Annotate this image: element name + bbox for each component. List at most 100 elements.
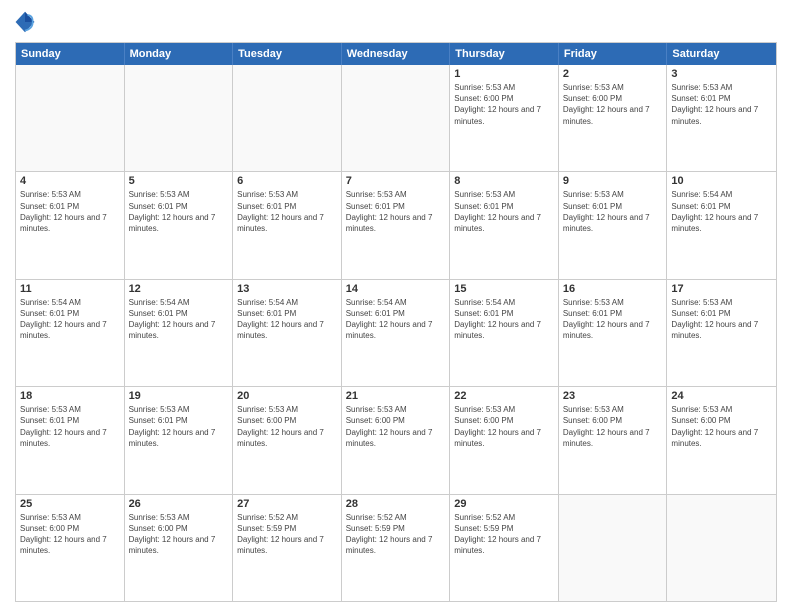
day-info-16: Sunrise: 5:53 AMSunset: 6:01 PMDaylight:… [563,297,663,342]
day-number-13: 13 [237,283,337,295]
day-number-23: 23 [563,390,663,402]
day-number-9: 9 [563,175,663,187]
day-cell-27: 27 Sunrise: 5:52 AMSunset: 5:59 PMDayligh… [233,495,342,601]
day-cell-22: 22 Sunrise: 5:53 AMSunset: 6:00 PMDayligh… [450,387,559,493]
day-info-12: Sunrise: 5:54 AMSunset: 6:01 PMDaylight:… [129,297,229,342]
day-number-10: 10 [671,175,772,187]
day-info-29: Sunrise: 5:52 AMSunset: 5:59 PMDaylight:… [454,512,554,557]
day-cell-29: 29 Sunrise: 5:52 AMSunset: 5:59 PMDayligh… [450,495,559,601]
day-cell-24: 24Sunrise: 5:53 AMSunset: 6:00 PMDayligh… [667,387,776,493]
day-number-21: 21 [346,390,446,402]
day-cell-10: 10 Sunrise: 5:54 AMSunset: 6:01 PMDayligh… [667,172,776,278]
day-cell-28: 28 Sunrise: 5:52 AMSunset: 5:59 PMDayligh… [342,495,451,601]
page: SundayMondayTuesdayWednesdayThursdayFrid… [0,0,792,612]
day-info-19: Sunrise: 5:53 AMSunset: 6:01 PMDaylight:… [129,404,229,449]
day-info-27: Sunrise: 5:52 AMSunset: 5:59 PMDaylight:… [237,512,337,557]
day-info-1: Sunrise: 5:53 AMSunset: 6:00 PMDaylight:… [454,82,554,127]
day-info-28: Sunrise: 5:52 AMSunset: 5:59 PMDaylight:… [346,512,446,557]
empty-cell-4-5 [559,495,668,601]
day-cell-13: 13 Sunrise: 5:54 AMSunset: 6:01 PMDayligh… [233,280,342,386]
day-cell-5: 5 Sunrise: 5:53 AMSunset: 6:01 PMDaylight… [125,172,234,278]
day-number-26: 26 [129,498,229,510]
day-info-9: Sunrise: 5:53 AMSunset: 6:01 PMDaylight:… [563,189,663,234]
header-cell-sunday: Sunday [16,43,125,65]
day-number-28: 28 [346,498,446,510]
day-number-16: 16 [563,283,663,295]
day-cell-1: 1 Sunrise: 5:53 AMSunset: 6:00 PMDaylight… [450,65,559,171]
day-cell-18: 18Sunrise: 5:53 AMSunset: 6:01 PMDayligh… [16,387,125,493]
empty-cell-0-2 [233,65,342,171]
day-number-6: 6 [237,175,337,187]
day-number-12: 12 [129,283,229,295]
day-info-25: Sunrise: 5:53 AMSunset: 6:00 PMDaylight:… [20,512,120,557]
day-number-4: 4 [20,175,120,187]
day-info-26: Sunrise: 5:53 AMSunset: 6:00 PMDaylight:… [129,512,229,557]
day-info-11: Sunrise: 5:54 AMSunset: 6:01 PMDaylight:… [20,297,120,342]
day-info-3: Sunrise: 5:53 AMSunset: 6:01 PMDaylight:… [671,82,772,127]
day-cell-2: 2 Sunrise: 5:53 AMSunset: 6:00 PMDaylight… [559,65,668,171]
day-cell-14: 14Sunrise: 5:54 AMSunset: 6:01 PMDayligh… [342,280,451,386]
header-cell-thursday: Thursday [450,43,559,65]
header-cell-monday: Monday [125,43,234,65]
day-info-13: Sunrise: 5:54 AMSunset: 6:01 PMDaylight:… [237,297,337,342]
day-number-22: 22 [454,390,554,402]
calendar-row-5: 25Sunrise: 5:53 AMSunset: 6:00 PMDayligh… [16,495,776,601]
day-cell-15: 15 Sunrise: 5:54 AMSunset: 6:01 PMDayligh… [450,280,559,386]
day-info-23: Sunrise: 5:53 AMSunset: 6:00 PMDaylight:… [563,404,663,449]
day-number-5: 5 [129,175,229,187]
day-number-20: 20 [237,390,337,402]
day-number-15: 15 [454,283,554,295]
day-cell-3: 3 Sunrise: 5:53 AMSunset: 6:01 PMDaylight… [667,65,776,171]
day-cell-12: 12 Sunrise: 5:54 AMSunset: 6:01 PMDayligh… [125,280,234,386]
day-cell-20: 20Sunrise: 5:53 AMSunset: 6:00 PMDayligh… [233,387,342,493]
day-info-8: Sunrise: 5:53 AMSunset: 6:01 PMDaylight:… [454,189,554,234]
day-info-5: Sunrise: 5:53 AMSunset: 6:01 PMDaylight:… [129,189,229,234]
day-number-8: 8 [454,175,554,187]
day-cell-8: 8 Sunrise: 5:53 AMSunset: 6:01 PMDaylight… [450,172,559,278]
header-cell-wednesday: Wednesday [342,43,451,65]
day-number-7: 7 [346,175,446,187]
day-cell-25: 25Sunrise: 5:53 AMSunset: 6:00 PMDayligh… [16,495,125,601]
day-info-21: Sunrise: 5:53 AMSunset: 6:00 PMDaylight:… [346,404,446,449]
day-info-22: Sunrise: 5:53 AMSunset: 6:00 PMDaylight:… [454,404,554,449]
day-number-1: 1 [454,68,554,80]
calendar-row-3: 11 Sunrise: 5:54 AMSunset: 6:01 PMDayligh… [16,280,776,387]
day-cell-4: 4 Sunrise: 5:53 AMSunset: 6:01 PMDaylight… [16,172,125,278]
calendar-row-4: 18Sunrise: 5:53 AMSunset: 6:01 PMDayligh… [16,387,776,494]
day-cell-23: 23 Sunrise: 5:53 AMSunset: 6:00 PMDayligh… [559,387,668,493]
day-number-2: 2 [563,68,663,80]
empty-cell-0-3 [342,65,451,171]
day-info-24: Sunrise: 5:53 AMSunset: 6:00 PMDaylight:… [671,404,772,449]
day-cell-19: 19 Sunrise: 5:53 AMSunset: 6:01 PMDayligh… [125,387,234,493]
day-info-6: Sunrise: 5:53 AMSunset: 6:01 PMDaylight:… [237,189,337,234]
day-info-14: Sunrise: 5:54 AMSunset: 6:01 PMDaylight:… [346,297,446,342]
day-cell-6: 6 Sunrise: 5:53 AMSunset: 6:01 PMDaylight… [233,172,342,278]
header-cell-friday: Friday [559,43,668,65]
day-cell-26: 26 Sunrise: 5:53 AMSunset: 6:00 PMDayligh… [125,495,234,601]
header-cell-saturday: Saturday [667,43,776,65]
day-number-19: 19 [129,390,229,402]
header [15,10,777,34]
logo [15,10,39,34]
calendar-header: SundayMondayTuesdayWednesdayThursdayFrid… [16,43,776,65]
day-cell-21: 21 Sunrise: 5:53 AMSunset: 6:00 PMDayligh… [342,387,451,493]
empty-cell-0-1 [125,65,234,171]
day-number-27: 27 [237,498,337,510]
day-number-11: 11 [20,283,120,295]
day-cell-7: 7 Sunrise: 5:53 AMSunset: 6:01 PMDaylight… [342,172,451,278]
day-cell-16: 16 Sunrise: 5:53 AMSunset: 6:01 PMDayligh… [559,280,668,386]
day-info-18: Sunrise: 5:53 AMSunset: 6:01 PMDaylight:… [20,404,120,449]
calendar-body: 1 Sunrise: 5:53 AMSunset: 6:00 PMDaylight… [16,65,776,601]
day-info-7: Sunrise: 5:53 AMSunset: 6:01 PMDaylight:… [346,189,446,234]
day-info-4: Sunrise: 5:53 AMSunset: 6:01 PMDaylight:… [20,189,120,234]
day-info-15: Sunrise: 5:54 AMSunset: 6:01 PMDaylight:… [454,297,554,342]
day-info-10: Sunrise: 5:54 AMSunset: 6:01 PMDaylight:… [671,189,772,234]
empty-cell-4-6 [667,495,776,601]
day-cell-9: 9 Sunrise: 5:53 AMSunset: 6:01 PMDaylight… [559,172,668,278]
calendar: SundayMondayTuesdayWednesdayThursdayFrid… [15,42,777,602]
day-number-3: 3 [671,68,772,80]
day-info-2: Sunrise: 5:53 AMSunset: 6:00 PMDaylight:… [563,82,663,127]
day-number-29: 29 [454,498,554,510]
header-cell-tuesday: Tuesday [233,43,342,65]
day-number-17: 17 [671,283,772,295]
